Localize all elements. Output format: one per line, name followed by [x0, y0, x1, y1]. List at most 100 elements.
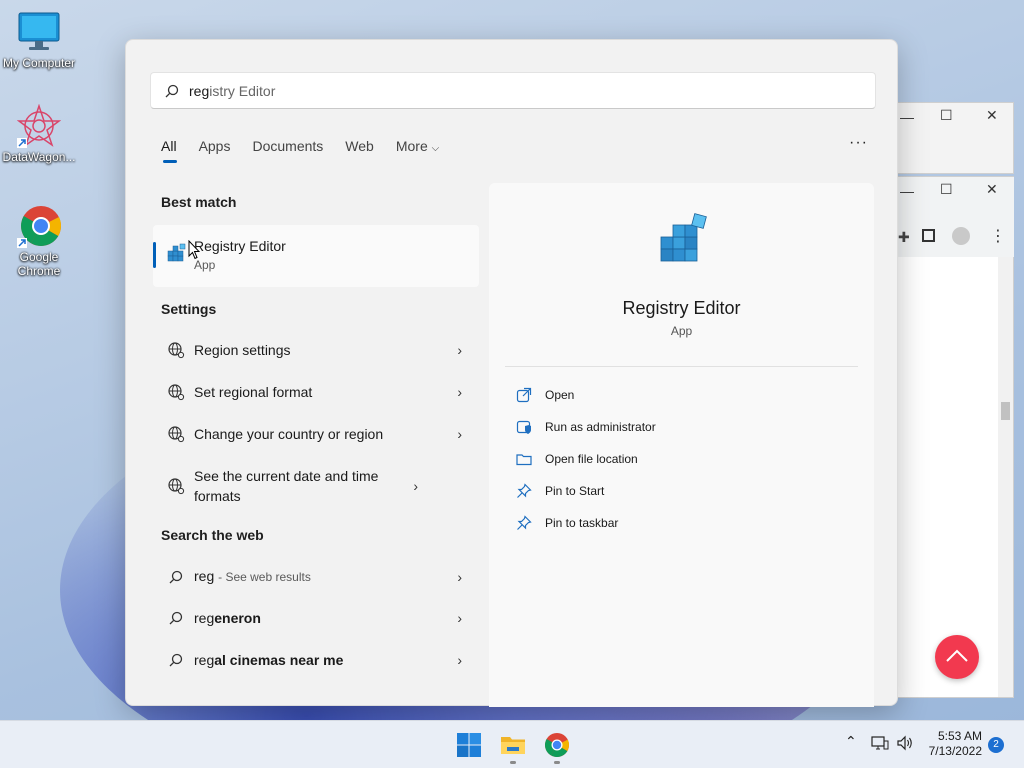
tab-documents[interactable]: Documents: [252, 138, 323, 154]
show-hidden-icons-chevron-up-icon[interactable]: ⌃: [845, 733, 857, 750]
close-icon[interactable]: ✕: [986, 107, 998, 124]
action-pin-to-start[interactable]: Pin to Start: [515, 483, 604, 499]
maximize-icon[interactable]: ☐: [940, 181, 953, 198]
desktop-icon-my-computer[interactable]: My Computer: [0, 10, 78, 70]
desktop-icon-label: DataWagon...: [2, 150, 76, 164]
search-icon: [166, 611, 186, 625]
windows-logo-icon: [457, 733, 481, 757]
web-result-regeneron[interactable]: regeneron ›: [166, 608, 462, 628]
scroll-to-top-button[interactable]: [935, 635, 979, 679]
running-indicator: [554, 761, 560, 764]
desktop-icon-label: My Computer: [2, 56, 76, 70]
shield-icon: [515, 419, 533, 435]
minimize-icon[interactable]: —: [900, 109, 914, 125]
search-panel: registry Editor All Apps Documents Web M…: [125, 39, 898, 707]
clock-time: 5:53 AM: [937, 729, 982, 743]
chevron-right-icon: ›: [457, 568, 462, 585]
result-label: Change your country or region: [194, 426, 384, 442]
tab-web[interactable]: Web: [345, 138, 374, 154]
network-icon[interactable]: [871, 735, 889, 754]
best-match-result[interactable]: Registry Editor App: [153, 225, 479, 287]
notification-badge[interactable]: 2: [988, 737, 1004, 753]
browser-menu-icon[interactable]: ⋮: [990, 226, 1006, 246]
monitor-icon: [17, 10, 61, 54]
background-window-1[interactable]: — ☐ ✕: [898, 102, 1014, 174]
result-label: regeneron: [194, 610, 261, 626]
section-search-the-web: Search the web: [161, 527, 264, 543]
chevron-right-icon: ›: [457, 610, 462, 626]
chevron-right-icon: ›: [457, 426, 462, 442]
file-explorer-taskbar-button[interactable]: [499, 731, 527, 759]
detail-type: App: [670, 324, 693, 338]
web-result-regal-cinemas[interactable]: regal cinemas near me ›: [166, 650, 462, 670]
settings-result-region-settings[interactable]: Region settings ›: [166, 340, 462, 360]
globe-settings-icon: [166, 341, 186, 359]
search-input[interactable]: registry Editor: [150, 72, 876, 109]
settings-result-regional-format[interactable]: Set regional format ›: [166, 382, 462, 402]
folder-icon: [501, 737, 525, 754]
search-icon: [166, 570, 186, 584]
search-icon: [166, 653, 186, 667]
globe-settings-icon: [166, 477, 186, 495]
clock[interactable]: 5:53 AM 7/13/2022: [918, 729, 982, 759]
chevron-up-icon: [946, 649, 968, 662]
clock-date: 7/13/2022: [928, 744, 982, 758]
tab-more[interactable]: More ⌵: [396, 138, 439, 154]
globe-settings-icon: [166, 383, 186, 401]
result-label: Region settings: [194, 342, 291, 358]
side-panel-icon[interactable]: [922, 229, 935, 242]
chrome-icon: [544, 733, 570, 758]
minimize-icon[interactable]: —: [900, 183, 914, 199]
action-pin-to-taskbar[interactable]: Pin to taskbar: [515, 515, 618, 531]
selection-indicator: [153, 242, 156, 268]
action-open[interactable]: Open: [515, 387, 574, 403]
web-result-reg[interactable]: reg - See web results ›: [166, 566, 462, 587]
start-button[interactable]: [455, 731, 483, 759]
search-query: registry Editor: [189, 82, 276, 99]
mouse-cursor-icon: [188, 239, 201, 263]
settings-result-date-time-formats[interactable]: See the current date and time formats ›: [166, 466, 462, 506]
result-label: Set regional format: [194, 384, 313, 400]
search-icon: [165, 84, 179, 97]
action-open-file-location[interactable]: Open file location: [515, 451, 638, 467]
running-indicator: [510, 761, 516, 764]
detail-pane: Registry Editor App Open Run as administ…: [489, 183, 874, 707]
profile-avatar-icon[interactable]: [952, 227, 970, 245]
chrome-icon: [17, 204, 62, 248]
section-settings: Settings: [161, 301, 217, 317]
filter-tabs: All Apps Documents Web More ⌵: [161, 138, 461, 163]
divider: [505, 366, 858, 367]
action-run-as-administrator[interactable]: Run as administrator: [515, 419, 656, 435]
scrollbar[interactable]: [998, 257, 1013, 697]
desktop-icon-google-chrome[interactable]: Google Chrome: [0, 204, 78, 278]
chevron-right-icon: ›: [457, 384, 462, 400]
maximize-icon[interactable]: ☐: [940, 107, 953, 124]
settings-result-change-country[interactable]: Change your country or region ›: [166, 424, 462, 444]
taskbar: ⌃ 5:53 AM 7/13/2022 2: [0, 720, 1024, 768]
close-icon[interactable]: ✕: [986, 181, 998, 198]
background-window-chrome[interactable]: — ☐ ✕ ✚ ⋮: [898, 176, 1014, 698]
desktop-icon-label: Google Chrome: [17, 250, 61, 278]
desktop-icon-datawagon[interactable]: DataWagon...: [0, 103, 78, 164]
section-best-match: Best match: [161, 194, 237, 210]
registry-editor-large-icon: [657, 213, 713, 274]
tab-apps[interactable]: Apps: [199, 138, 231, 154]
globe-settings-icon: [166, 425, 186, 443]
scrollbar-thumb[interactable]: [1001, 402, 1010, 420]
volume-icon[interactable]: [896, 735, 914, 754]
chrome-taskbar-button[interactable]: [543, 731, 571, 759]
datawagon-logo-icon: [16, 103, 62, 148]
folder-icon: [515, 451, 533, 467]
tab-all[interactable]: All: [161, 138, 177, 163]
more-options-icon[interactable]: ···: [849, 134, 868, 152]
pin-icon: [515, 483, 533, 499]
result-label: See the current date and time formats: [194, 468, 379, 504]
result-name: Registry Editor: [194, 238, 286, 254]
result-label: regal cinemas near me: [194, 652, 344, 668]
chevron-right-icon: ›: [413, 478, 418, 494]
registry-editor-icon: [166, 242, 188, 267]
extensions-icon[interactable]: ✚: [898, 229, 910, 246]
result-label: reg - See web results: [194, 568, 311, 584]
open-icon: [515, 387, 533, 403]
chevron-down-icon: ⌵: [431, 143, 440, 154]
